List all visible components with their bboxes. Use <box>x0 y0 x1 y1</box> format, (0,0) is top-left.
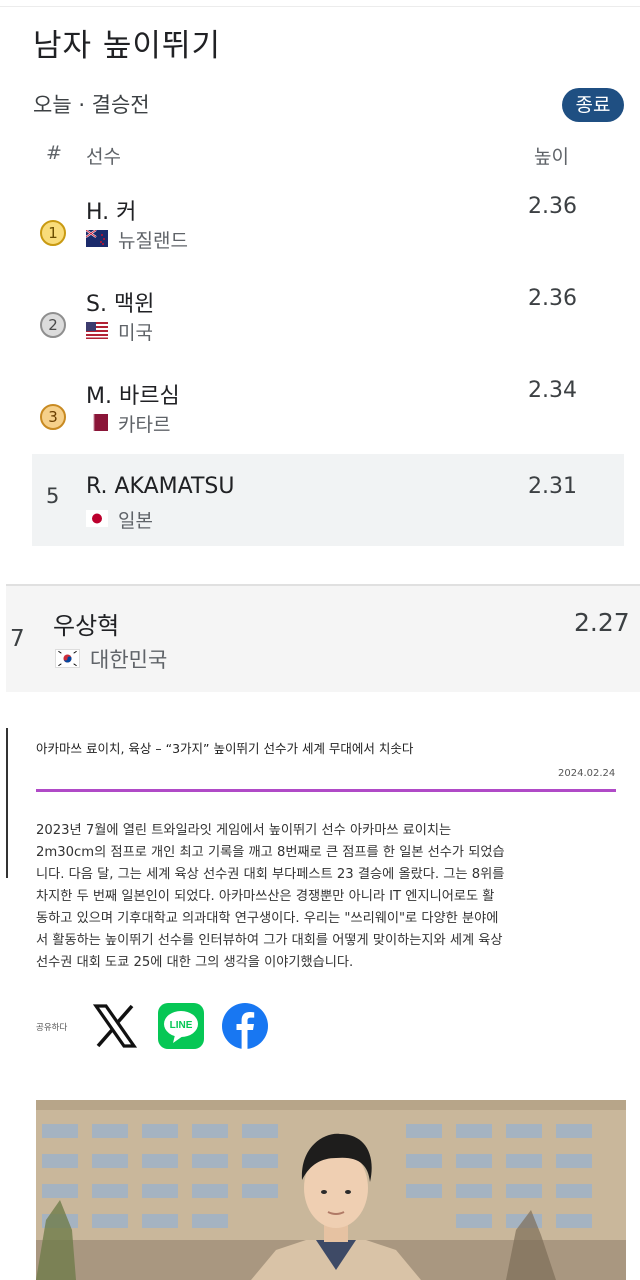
height-value: 2.27 <box>574 608 630 637</box>
header-athlete: 선수 <box>86 146 121 168</box>
table-row[interactable]: 1 H. 커 뉴질랜드 2.36 <box>32 194 624 286</box>
header-height: 높이 <box>534 146 569 168</box>
body-line: 니다. 다음 달, 그는 세계 육상 선수권 대회 부다페스트 23 결승에 올… <box>36 867 505 882</box>
body-line: 2023년 7월에 열린 트와일라잇 게임에서 높이뛰기 선수 아카마쓰 료이치… <box>36 823 452 838</box>
country-name: 일본 <box>118 510 153 532</box>
event-title: 남자 높이뛰기 <box>33 28 221 64</box>
article-title[interactable]: 아카마쓰 료이치, 육상 – “3가지” 높이뛰기 선수가 세계 무대에서 치솟… <box>36 738 413 757</box>
results-card: 남자 높이뛰기 오늘 · 결승전 종료 # 선수 높이 1 H. 커 뉴질랜드 … <box>0 0 640 580</box>
silver-medal-icon: 2 <box>40 312 66 338</box>
rank-number: 5 <box>46 484 60 508</box>
line-icon-label: LINE <box>170 1020 193 1031</box>
height-value: 2.36 <box>528 286 577 311</box>
height-value: 2.36 <box>528 194 577 219</box>
gold-medal-icon: 1 <box>40 220 66 246</box>
new-zealand-flag-icon <box>86 230 108 247</box>
article-screenshot: 아카마쓰 료이치, 육상 – “3가지” 높이뛰기 선수가 세계 무대에서 치솟… <box>6 716 640 1280</box>
korea-athlete-row[interactable]: 7 우상혁 2.27 대한민국 <box>6 586 640 692</box>
body-line: 선수권 대회 도쿄 25에 대한 그의 생각을 이야기했습니다. <box>36 955 354 970</box>
country-name: 대한민국 <box>90 648 168 672</box>
body-line: 2m30cm의 점프로 개인 최고 기록을 깨고 8번째로 큰 점프를 한 일본… <box>36 845 505 860</box>
height-value: 2.31 <box>528 474 577 499</box>
status-badge: 종료 <box>562 88 624 122</box>
qatar-flag-icon <box>86 414 108 431</box>
rank-number: 7 <box>10 626 25 652</box>
japan-flag-icon <box>86 510 108 527</box>
event-subtitle: 오늘 · 결승전 <box>33 93 150 117</box>
bronze-medal-icon: 3 <box>40 404 66 430</box>
table-row[interactable]: 2 S. 맥윈 미국 2.36 <box>32 286 624 378</box>
header-rank: # <box>46 142 62 164</box>
athlete-name: R. AKAMATSU <box>86 474 235 499</box>
title-underline <box>36 789 616 792</box>
athlete-name: S. 맥윈 <box>86 292 155 317</box>
body-line: 동하고 있으며 기후대학교 의과대학 연구생이다. 우리는 "쓰리웨이"로 다양… <box>36 911 499 926</box>
athlete-photo <box>36 1100 626 1280</box>
table-row-highlighted[interactable]: 5 R. AKAMATSU 일본 2.31 <box>32 454 624 546</box>
athlete-name: 우상혁 <box>53 612 120 640</box>
country-name: 미국 <box>118 322 153 344</box>
article-body: 2023년 7월에 열린 트와일라잇 게임에서 높이뛰기 선수 아카마쓰 료이치… <box>36 820 596 974</box>
usa-flag-icon <box>86 322 108 339</box>
left-border <box>6 728 8 878</box>
body-line: 차지한 두 번째 일본인이 되었다. 아카마쓰산은 경쟁뿐만 아니라 IT 엔지… <box>36 889 495 904</box>
country-name: 뉴질랜드 <box>118 230 188 252</box>
athlete-name: H. 커 <box>86 200 137 225</box>
share-label: 공유하다 <box>36 1023 68 1033</box>
korea-flag-icon <box>55 649 80 668</box>
country-name: 카타르 <box>118 414 171 436</box>
height-value: 2.34 <box>528 378 577 403</box>
athlete-name: M. 바르심 <box>86 384 180 409</box>
article-date: 2024.02.24 <box>558 768 616 779</box>
x-icon[interactable] <box>92 1003 138 1049</box>
body-line: 서 활동하는 높이뛰기 선수를 인터뷰하여 그가 대회를 어떻게 맞이하는지와 … <box>36 933 503 948</box>
top-divider <box>0 6 640 7</box>
facebook-icon[interactable] <box>222 1003 268 1049</box>
line-icon[interactable]: LINE <box>158 1003 204 1049</box>
